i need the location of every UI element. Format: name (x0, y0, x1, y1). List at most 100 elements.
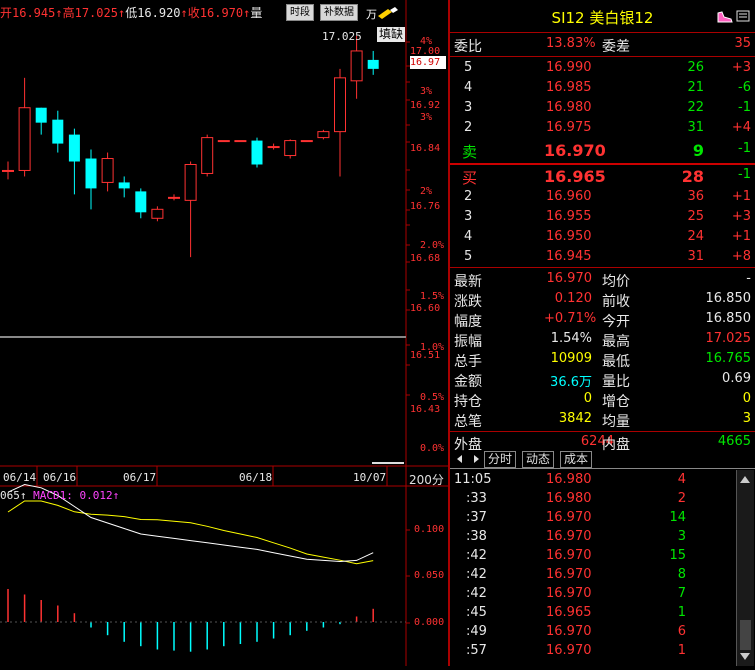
tick-row[interactable]: :49 16.970 6 (450, 623, 734, 642)
tab-scroll-arrows[interactable] (454, 452, 482, 466)
kline-chart-area[interactable]: 开16.945↑高17.025↑低16.920↑收16.970↑量 时段 补数据… (0, 0, 448, 666)
stat-label: 增仓 (602, 394, 630, 410)
low-value: 低16.920 (125, 6, 181, 20)
tick-volume: 7 (677, 586, 686, 601)
time-period-button[interactable]: 时段 (286, 4, 314, 21)
tick-volume: 6 (677, 624, 686, 639)
macd-axis-label: 0.050 (414, 570, 445, 581)
stats-row: 总手 10909 最低 16.765 (450, 350, 755, 370)
candle-body-up (317, 131, 330, 139)
tick-price: 16.980 (546, 472, 592, 487)
order-change: +1 (731, 229, 751, 244)
stat-label: 前收 (602, 294, 630, 310)
tick-row[interactable]: :57 16.970 1 (450, 642, 734, 661)
tick-row[interactable]: :37 16.970 14 (450, 509, 734, 528)
order-book-row[interactable]: 5 16.990 26 +3 (450, 59, 755, 78)
tick-time: :37 (466, 510, 487, 525)
date-axis-label: 06/18 (239, 471, 273, 484)
weibi-value: 13.83% (546, 36, 596, 51)
order-book-row[interactable]: 5 16.945 31 +8 (450, 248, 755, 267)
order-volume: 25 (687, 209, 704, 224)
tick-row[interactable]: 11:05 16.980 4 (450, 471, 734, 490)
order-volume: 22 (687, 100, 704, 115)
candle-body-up (101, 158, 114, 183)
price-axis-percent-label: 2.0% (420, 240, 445, 251)
candle-body-up (168, 196, 180, 199)
order-price: 16.980 (546, 100, 592, 115)
tick-price: 16.970 (546, 567, 592, 582)
tick-row[interactable]: :33 16.980 2 (450, 490, 734, 509)
tick-price: 16.980 (546, 491, 592, 506)
tick-time: :38 (466, 529, 487, 544)
fill-data-button[interactable]: 补数据 (320, 4, 358, 21)
pencil-tool-icon[interactable] (376, 6, 406, 20)
tick-row[interactable]: :42 16.970 8 (450, 566, 734, 585)
sell-row[interactable]: 卖 16.970 9 -1 (450, 140, 755, 162)
order-book-row[interactable]: 2 16.975 31 +4 (450, 119, 755, 138)
tick-row[interactable]: :42 16.970 7 (450, 585, 734, 604)
divider (450, 32, 755, 33)
order-level: 4 (464, 80, 473, 95)
candle-body-up (184, 163, 197, 201)
tick-price: 16.970 (546, 548, 592, 563)
candle-body-up (334, 77, 346, 133)
order-book-row[interactable]: 4 16.950 24 +1 (450, 228, 755, 247)
date-axis-label: 06/16 (43, 471, 77, 484)
macd-label: 065↑ MACD1: 0.012↑ (0, 489, 119, 502)
buy-volume: 28 (681, 167, 704, 186)
period-label[interactable]: 200分 (409, 471, 444, 488)
tick-volume: 2 (677, 491, 686, 506)
date-axis-label: 10/07 (353, 471, 387, 484)
buy-row[interactable]: 买 16.965 28 -1 (450, 166, 755, 188)
tick-volume: 4 (677, 472, 686, 487)
order-book-row[interactable]: 2 16.960 36 +1 (450, 188, 755, 207)
buy-label: 买 (462, 169, 478, 187)
tick-volume: 3 (677, 529, 686, 544)
tab-chengben[interactable]: 成本 (560, 451, 593, 468)
order-change: +8 (731, 249, 751, 264)
order-book-row[interactable]: 3 16.955 25 +3 (450, 208, 755, 227)
order-price: 16.955 (546, 209, 592, 224)
weicha-label: 委差 (602, 39, 630, 55)
neipan-value: 4665 (717, 434, 751, 449)
price-axis-price-label: 16.76 (410, 201, 441, 212)
macd-axis-label: 0.100 (414, 524, 445, 535)
tick-row[interactable]: :38 16.970 3 (450, 528, 734, 547)
stat-label: 均量 (602, 414, 630, 430)
neipan-label: 内盘 (602, 437, 630, 453)
order-book-row[interactable]: 4 16.985 21 -6 (450, 79, 755, 98)
menu-icon[interactable] (736, 10, 750, 26)
stat-label: 振幅 (454, 334, 482, 350)
stat-label: 今开 (602, 314, 630, 330)
divider (450, 468, 755, 469)
tick-price: 16.965 (546, 605, 592, 620)
tick-time: :42 (466, 548, 487, 563)
tick-price: 16.970 (546, 510, 592, 525)
tick-row[interactable]: :45 16.965 1 (450, 604, 734, 623)
order-change: -1 (738, 100, 751, 115)
order-volume: 31 (687, 120, 704, 135)
stat-value: 16.765 (705, 351, 752, 366)
high-annotation: 17.025 (322, 30, 362, 43)
shoe-icon[interactable] (716, 10, 734, 28)
tick-price: 16.970 (546, 586, 592, 601)
kline-chart-svg[interactable] (0, 0, 448, 666)
stat-value: 3842 (558, 411, 592, 426)
stat-value: +0.71% (544, 311, 597, 326)
price-axis-price-label: 16.84 (410, 143, 441, 154)
candle-body-up (300, 140, 313, 143)
waipan-label: 外盘 (454, 437, 482, 453)
price-axis-price-label: 16.68 (410, 253, 441, 264)
tick-list-scrollbar[interactable] (736, 470, 754, 666)
order-book-row[interactable]: 3 16.980 22 -1 (450, 99, 755, 118)
order-volume: 31 (687, 249, 704, 264)
fill-gap-button[interactable]: 填缺 (377, 27, 406, 42)
price-axis-price-label: 16.43 (410, 404, 441, 415)
bid-ask-divider (450, 163, 755, 165)
tick-row[interactable]: :42 16.970 15 (450, 547, 734, 566)
tab-dongtai[interactable]: 动态 (522, 451, 555, 468)
order-volume: 36 (687, 189, 704, 204)
tab-fenshi[interactable]: 分时 (484, 451, 517, 468)
stat-label: 幅度 (454, 314, 482, 330)
order-change: +3 (731, 60, 751, 75)
